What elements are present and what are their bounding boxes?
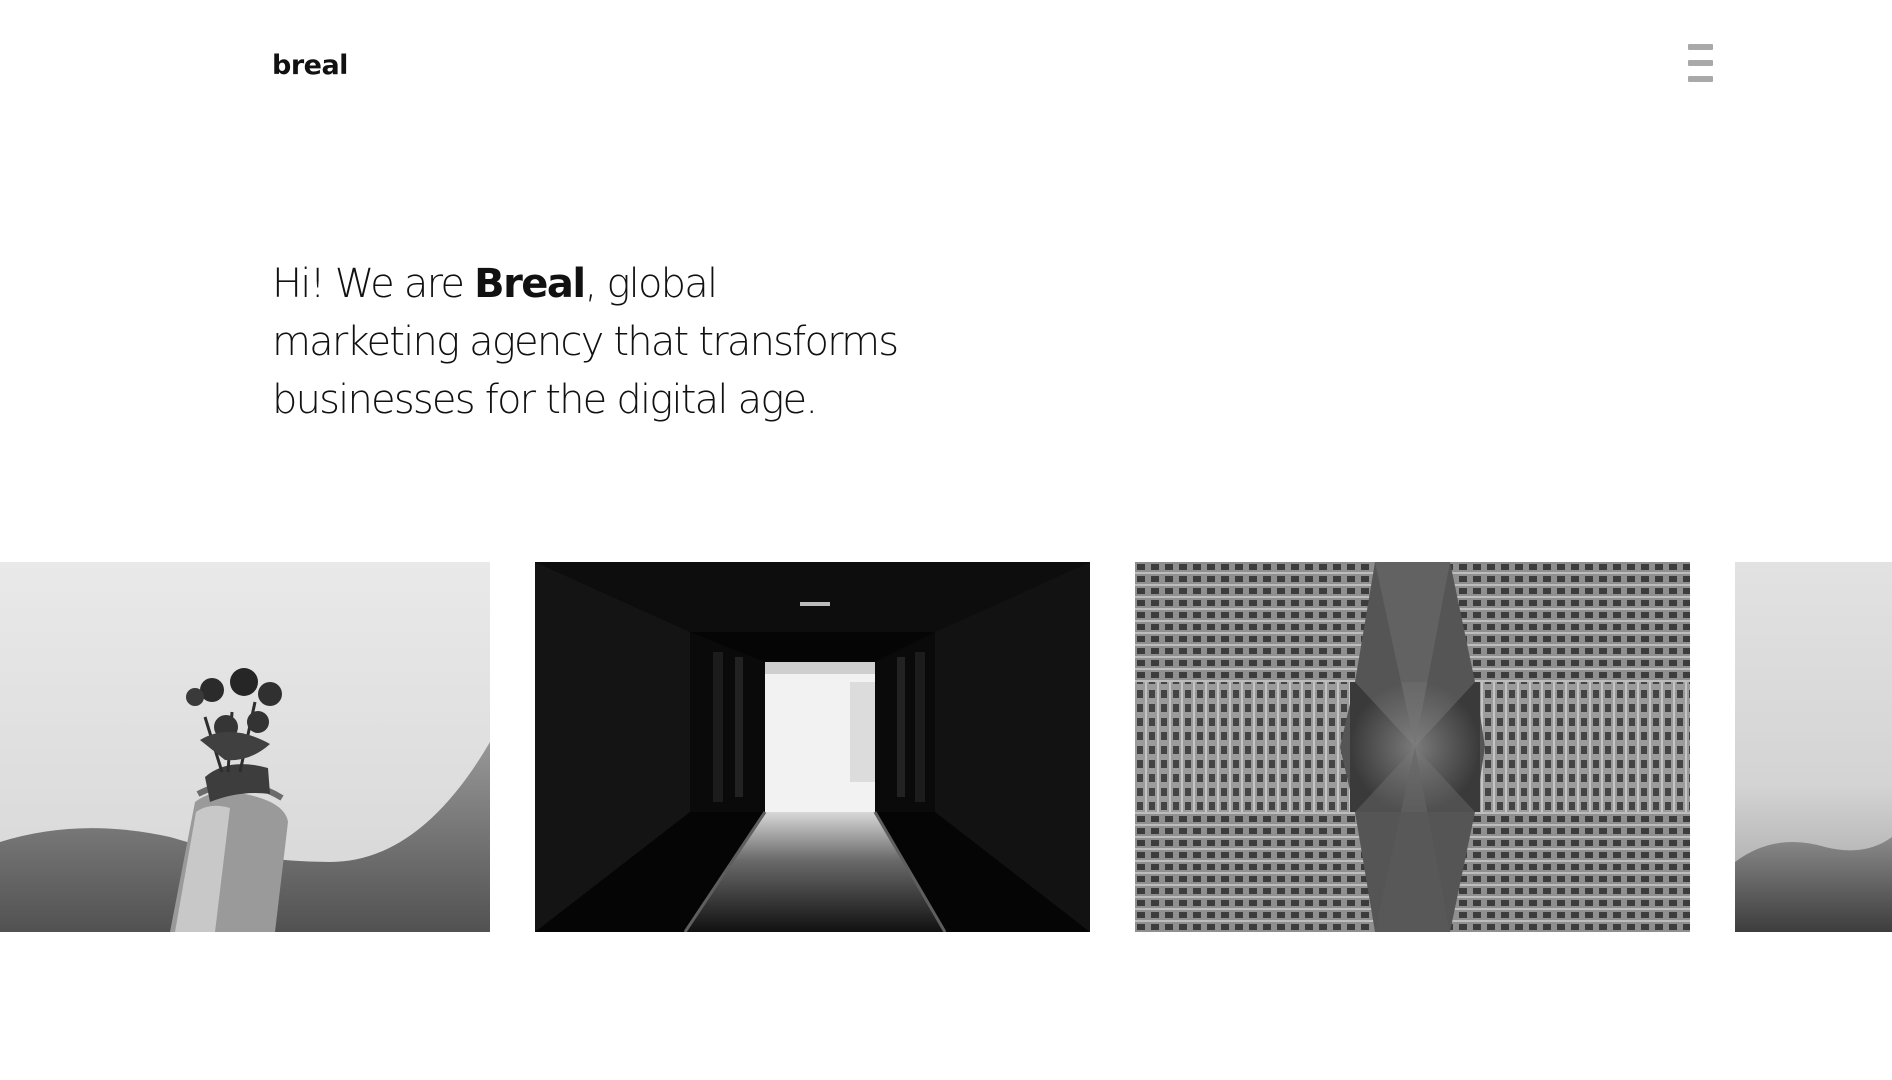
page: breal Hi! We are Breal, global marketing… xyxy=(0,0,1892,1080)
menu-bar xyxy=(1688,76,1713,82)
corridor-photo xyxy=(535,562,1090,932)
gallery-image-landscape[interactable] xyxy=(1735,562,1892,932)
gallery-image-corridor[interactable] xyxy=(535,562,1090,932)
hero-intro: Hi! We are xyxy=(272,261,475,307)
menu-bar xyxy=(1688,60,1713,66)
buildings-photo xyxy=(1135,562,1690,932)
hero-heading: Hi! We are Breal, global marketing agenc… xyxy=(272,255,912,429)
landscape-photo xyxy=(1735,562,1892,932)
menu-bar xyxy=(1688,44,1713,50)
flowers-photo xyxy=(0,562,490,932)
hero-brand: Breal xyxy=(474,261,586,307)
gallery-image-buildings[interactable] xyxy=(1135,562,1690,932)
hamburger-menu-icon[interactable] xyxy=(1688,42,1716,88)
gallery-image-flowers[interactable] xyxy=(0,562,490,932)
logo[interactable]: breal xyxy=(272,50,348,81)
